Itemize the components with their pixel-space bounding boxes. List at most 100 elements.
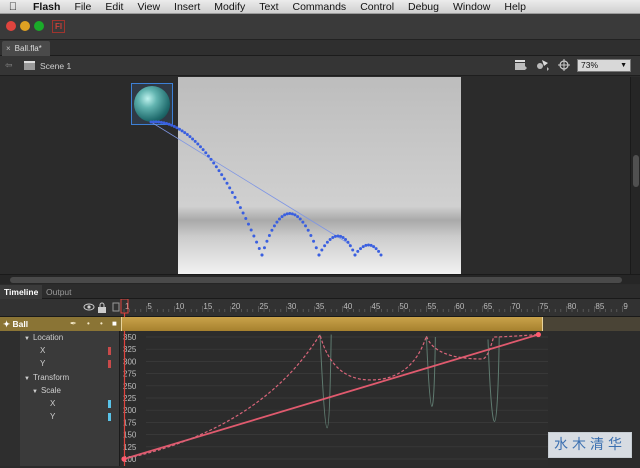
tween-span[interactable] — [121, 317, 543, 331]
motion-path-dot — [298, 217, 302, 221]
outline-square-icon[interactable]: ■ — [112, 319, 117, 328]
motion-path-dot — [272, 224, 276, 228]
frame-ruler[interactable]: 1 5 10 15 20 25 30 35 40 45 50 55 60 65 70 75 80 85 9 — [120, 299, 640, 317]
center-stage-icon[interactable] — [558, 59, 570, 71]
watermark: 水木清华 — [548, 432, 632, 458]
motion-path-dot — [177, 127, 181, 131]
timeline-header: 1 5 10 15 20 25 30 35 40 45 50 55 60 65 70 75 80 85 9 — [0, 299, 640, 317]
motion-path-dot — [351, 248, 355, 252]
minimize-window-button[interactable] — [20, 21, 30, 31]
lock-dot-icon[interactable]: • — [100, 319, 103, 328]
document-tab[interactable]: × Ball.fla* — [2, 41, 50, 56]
motion-path-dot — [170, 123, 174, 127]
vertical-scrollbar-thumb[interactable] — [633, 155, 639, 187]
lock-icon[interactable] — [97, 302, 107, 313]
back-arrow-icon[interactable]: ⇦ — [5, 60, 13, 71]
visible-dot-icon[interactable]: • — [87, 319, 90, 328]
motion-path-dot — [285, 212, 289, 216]
ruler-label: 25 — [259, 302, 268, 311]
ruler-label: 60 — [455, 302, 464, 311]
motion-path-dot — [262, 246, 266, 250]
prop-scale-y[interactable]: Y — [50, 411, 55, 423]
menu-file[interactable]: File — [67, 1, 98, 13]
motion-path[interactable] — [0, 77, 630, 274]
ruler-label: 35 — [315, 302, 324, 311]
outline-icon[interactable] — [112, 302, 120, 312]
motion-path-dot — [209, 157, 213, 161]
motion-path-dot — [246, 222, 250, 226]
menu-help[interactable]: Help — [497, 1, 533, 13]
motion-path-dot — [328, 237, 332, 241]
motion-path-dot — [167, 122, 171, 126]
menu-text[interactable]: Text — [252, 1, 285, 13]
prop-location-y[interactable]: Y — [40, 358, 45, 370]
prop-label: Transform — [32, 373, 70, 382]
edit-scene-icon[interactable] — [514, 59, 528, 71]
motion-path-dot — [364, 243, 368, 247]
ruler-label: 80 — [567, 302, 576, 311]
motion-path-dot — [196, 142, 200, 146]
motion-path-dot — [212, 161, 216, 165]
empty-frames — [543, 317, 640, 331]
pencil-icon: ✒ — [70, 319, 77, 328]
prop-group-scale[interactable]: ▼ Scale — [32, 385, 61, 397]
keyframe-point[interactable] — [121, 456, 127, 462]
close-window-button[interactable] — [6, 21, 16, 31]
prop-group-transform[interactable]: ▼ Transform — [24, 372, 69, 384]
motion-path-dot — [296, 215, 300, 219]
motion-path-dot — [172, 124, 176, 128]
motion-path-dot — [236, 200, 240, 204]
horizontal-scrollbar[interactable] — [0, 274, 640, 284]
motion-path-dot — [325, 240, 329, 244]
edit-symbol-icon[interactable] — [536, 59, 550, 71]
motion-path-dot — [304, 224, 308, 228]
menu-flash[interactable]: Flash — [26, 1, 67, 13]
menu-window[interactable]: Window — [446, 1, 497, 13]
prop-scale-x[interactable]: X — [50, 398, 55, 410]
motion-path-dot — [175, 126, 179, 130]
prop-group-location[interactable]: ▼ Location — [24, 332, 63, 344]
prop-label: Y — [40, 359, 46, 368]
menu-commands[interactable]: Commands — [286, 1, 354, 13]
motion-path-dot — [288, 212, 292, 215]
ruler-label: 15 — [203, 302, 212, 311]
layer-row-ball[interactable]: ✦ Ball ✒ • • ■ — [0, 317, 640, 331]
motion-editor-graph[interactable]: 350 325 300 275 250 225 200 175 150 125 100 — [120, 331, 548, 466]
motion-path-dot — [323, 244, 327, 248]
zoom-window-button[interactable] — [34, 21, 44, 31]
ruler-label: 50 — [399, 302, 408, 311]
motion-path-dot — [217, 169, 221, 173]
app-header: Fl — [0, 14, 640, 40]
menu-view[interactable]: View — [130, 1, 167, 13]
motion-path-dot — [183, 131, 187, 135]
menu-debug[interactable]: Debug — [401, 1, 446, 13]
zoom-value: 73% — [581, 60, 599, 70]
motion-path-dot — [275, 220, 279, 224]
close-tab-icon[interactable]: × — [6, 44, 11, 53]
motion-path-dot — [233, 195, 237, 199]
prop-label: X — [40, 346, 46, 355]
curve-color-swatch — [108, 347, 111, 355]
eye-icon[interactable] — [83, 302, 95, 312]
tab-timeline[interactable]: Timeline — [0, 285, 43, 299]
keyframe-point[interactable] — [535, 331, 541, 338]
menu-modify[interactable]: Modify — [207, 1, 252, 13]
prop-location-x[interactable]: X — [40, 345, 45, 357]
graph-canvas[interactable]: 350325300275250225200175150125100 — [120, 331, 548, 466]
motion-path-dot — [367, 243, 370, 247]
horizontal-scrollbar-thumb[interactable] — [10, 277, 622, 283]
zoom-select[interactable]: 73% ▼ — [577, 59, 631, 72]
tab-output[interactable]: Output — [42, 285, 76, 299]
motion-path-dot — [312, 239, 316, 243]
curve-color-swatch — [108, 400, 111, 408]
menu-edit[interactable]: Edit — [98, 1, 130, 13]
motion-path-dot — [290, 212, 294, 216]
menu-insert[interactable]: Insert — [167, 1, 207, 13]
scene-clapper-icon — [24, 61, 35, 70]
menu-control[interactable]: Control — [353, 1, 401, 13]
vertical-scrollbar[interactable] — [630, 77, 640, 274]
motion-guide-line — [150, 121, 352, 246]
ruler-label: 55 — [427, 302, 436, 311]
apple-icon[interactable]:  — [0, 1, 26, 13]
motion-path-dot — [301, 220, 305, 224]
